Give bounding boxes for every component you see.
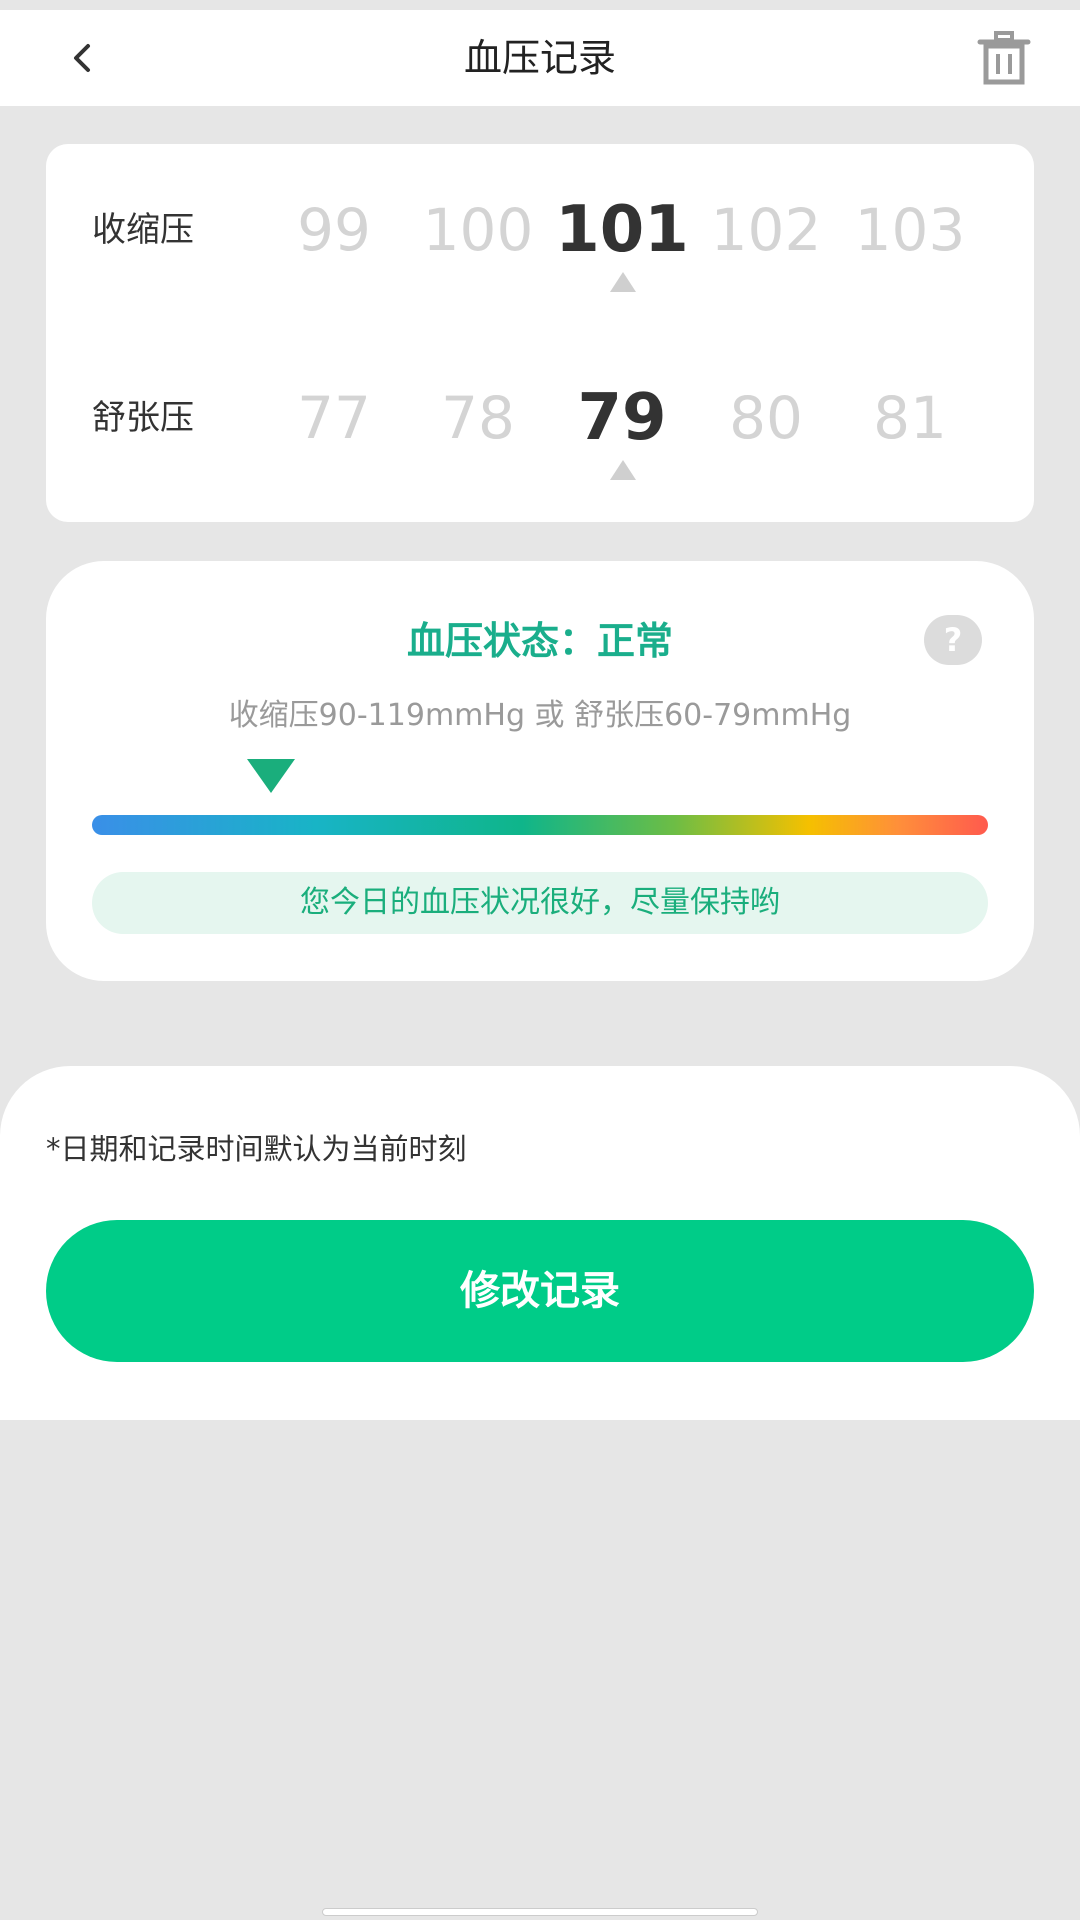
caret-up-icon [610, 460, 636, 480]
systolic-picker: 收缩压 99 100 101 102 103 [46, 180, 1034, 300]
status-range-text: 收缩压90-119mmHg 或 舒张压60-79mmHg [228, 698, 852, 733]
diastolic-option[interactable]: 81 [840, 368, 980, 468]
systolic-selected-value[interactable]: 101 [552, 180, 692, 280]
status-bar-strip [0, 0, 1080, 10]
caret-up-icon [610, 272, 636, 292]
delete-button[interactable] [972, 26, 1036, 90]
page-title: 血压记录 [463, 36, 616, 80]
diastolic-option[interactable]: 78 [408, 368, 548, 468]
modify-record-button[interactable]: 修改记录 [46, 1220, 1034, 1362]
back-button[interactable] [52, 28, 112, 88]
diastolic-value-wheel[interactable]: 77 78 79 80 81 [46, 368, 1034, 468]
pressure-status-card: 血压状态：正常 ? 收缩压90-119mmHg 或 舒张压60-79mmHg 您… [46, 561, 1034, 981]
trash-icon [977, 31, 1031, 85]
help-button[interactable]: ? [924, 615, 982, 665]
diastolic-picker: 舒张压 77 78 79 80 81 [46, 368, 1034, 488]
systolic-option[interactable]: 99 [264, 180, 404, 280]
pressure-picker-card: 收缩压 99 100 101 102 103 舒张压 77 78 79 80 8… [46, 144, 1034, 522]
pressure-scale-bar [92, 815, 988, 835]
systolic-option[interactable]: 102 [696, 180, 836, 280]
chevron-left-icon [74, 44, 90, 72]
bottom-sheet: *日期和记录时间默认为当前时刻 修改记录 [0, 1066, 1080, 1420]
systolic-value-wheel[interactable]: 99 100 101 102 103 [46, 180, 1034, 280]
diastolic-selected-value[interactable]: 79 [552, 368, 692, 468]
status-message: 您今日的血压状况很好，尽量保持哟 [92, 872, 988, 934]
diastolic-option[interactable]: 77 [264, 368, 404, 468]
blood-pressure-record-page: 血压记录 收缩压 99 100 101 102 103 舒张压 77 78 79… [0, 0, 1080, 1920]
datetime-note: *日期和记录时间默认为当前时刻 [46, 1132, 467, 1166]
diastolic-option[interactable]: 80 [696, 368, 836, 468]
home-indicator[interactable] [322, 1908, 758, 1916]
app-header: 血压记录 [0, 10, 1080, 106]
status-title: 血压状态：正常 [406, 619, 673, 663]
systolic-option[interactable]: 100 [408, 180, 548, 280]
question-mark-icon: ? [943, 621, 963, 659]
systolic-option[interactable]: 103 [840, 180, 980, 280]
scale-marker-icon [247, 759, 296, 793]
